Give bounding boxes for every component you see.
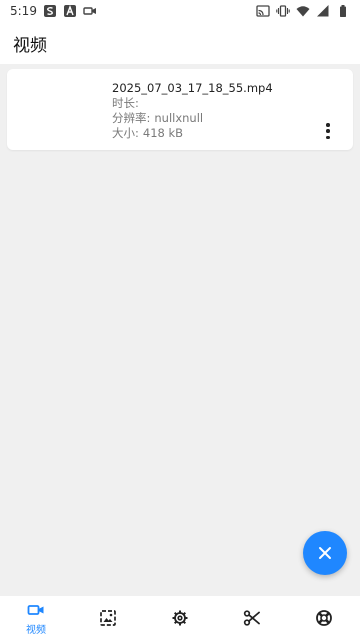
wifi-icon <box>296 4 310 18</box>
duration-label: 时长: <box>112 96 139 110</box>
close-icon <box>319 547 331 559</box>
signal-icon <box>316 4 330 18</box>
fab-close-button[interactable] <box>303 531 347 575</box>
video-thumbnail[interactable] <box>17 77 107 142</box>
video-size-row: 大小: 418 kB <box>112 126 273 141</box>
scissors-icon <box>243 610 260 626</box>
status-right <box>256 4 350 18</box>
a-app-icon <box>63 4 77 18</box>
gear-icon <box>172 610 188 626</box>
nav-label-video: 视频 <box>26 624 46 636</box>
video-filename: 2025_07_03_17_18_55.mp4 <box>112 81 273 95</box>
battery-icon <box>336 4 350 18</box>
page-title: 视频 <box>13 35 47 56</box>
nav-item-settings[interactable] <box>144 596 216 640</box>
nav-item-help[interactable] <box>288 596 360 640</box>
size-label: 大小: <box>112 126 139 140</box>
cast-icon <box>256 4 270 18</box>
nav-item-video[interactable]: 视频 <box>0 596 72 640</box>
nav-item-image[interactable] <box>72 596 144 640</box>
resolution-value: nullxnull <box>154 111 204 125</box>
bottom-nav: 视频 <box>0 596 360 640</box>
app-bar: 视频 <box>0 22 360 64</box>
size-value: 418 kB <box>142 126 184 140</box>
video-camera-icon <box>27 604 44 615</box>
video-resolution-row: 分辨率: nullxnull <box>112 111 273 126</box>
video-record-icon <box>83 4 97 18</box>
status-bar: 5:19 <box>0 0 360 22</box>
status-left: 5:19 <box>10 4 97 18</box>
status-time: 5:19 <box>10 4 37 18</box>
s-app-icon <box>43 4 57 18</box>
nav-item-cut[interactable] <box>216 596 288 640</box>
video-list-item[interactable]: 2025_07_03_17_18_55.mp4 时长: 分辨率: nullxnul… <box>7 69 353 150</box>
more-options-icon[interactable] <box>323 121 333 141</box>
image-icon <box>100 610 116 626</box>
resolution-label: 分辨率: <box>112 111 151 125</box>
vibrate-icon <box>276 4 290 18</box>
video-duration-row: 时长: <box>112 96 273 111</box>
video-info: 2025_07_03_17_18_55.mp4 时长: 分辨率: nullxnul… <box>112 81 273 141</box>
lifebuoy-icon <box>316 610 332 626</box>
